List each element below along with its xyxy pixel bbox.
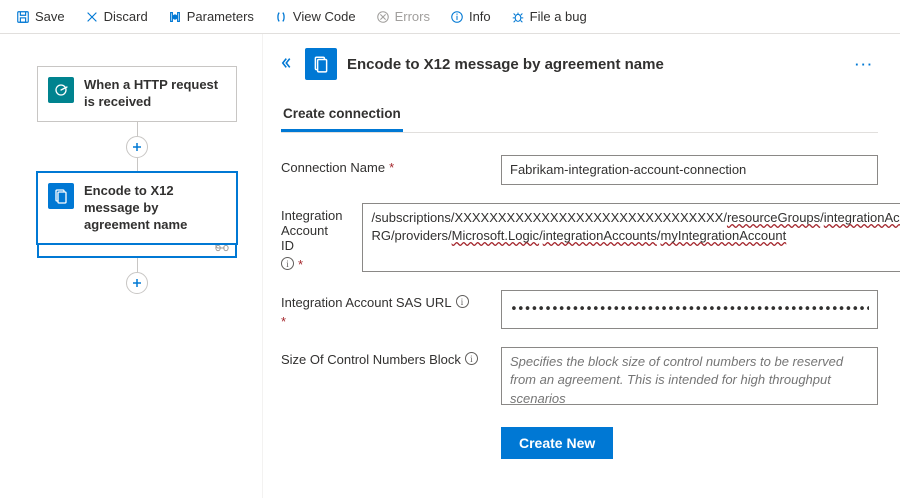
save-label: Save xyxy=(35,9,65,24)
sas-url-input[interactable] xyxy=(501,290,878,329)
designer-canvas: When a HTTP request is received Encode t… xyxy=(0,34,262,498)
errors-button: Errors xyxy=(370,6,436,27)
panel-more-button[interactable]: ··· xyxy=(851,57,878,72)
parameters-label: Parameters xyxy=(187,9,254,24)
info-icon[interactable]: i xyxy=(456,295,469,308)
info-button[interactable]: Info xyxy=(444,6,497,27)
x12-action-icon xyxy=(48,183,74,209)
account-id-input[interactable]: /subscriptions/XXXXXXXXXXXXXXXXXXXXXXXXX… xyxy=(362,203,900,272)
discard-button[interactable]: Discard xyxy=(79,6,154,27)
bug-icon xyxy=(511,10,525,24)
block-size-input[interactable] xyxy=(501,347,878,405)
info-icon xyxy=(450,10,464,24)
action-card[interactable]: Encode to X12 message by agreement name xyxy=(37,172,237,245)
action-label: Encode to X12 message by agreement name xyxy=(84,183,226,234)
connector-1 xyxy=(126,122,148,172)
view-code-button[interactable]: View Code xyxy=(268,6,362,27)
main: When a HTTP request is received Encode t… xyxy=(0,34,900,498)
trigger-label: When a HTTP request is received xyxy=(84,77,226,111)
info-icon[interactable]: i xyxy=(281,257,294,270)
errors-label: Errors xyxy=(395,9,430,24)
code-icon xyxy=(274,10,288,24)
errors-icon xyxy=(376,10,390,24)
connection-name-input[interactable] xyxy=(501,155,878,185)
toolbar: Save Discard Parameters View Code Errors… xyxy=(0,0,900,34)
row-sas-url: Integration Account SAS URL i * xyxy=(281,290,878,329)
collapse-button[interactable] xyxy=(281,56,295,73)
action-config-panel: Encode to X12 message by agreement name … xyxy=(262,34,900,498)
view-code-label: View Code xyxy=(293,9,356,24)
connector-2 xyxy=(126,258,148,294)
panel-title: Encode to X12 message by agreement name xyxy=(347,56,841,73)
file-bug-label: File a bug xyxy=(530,9,587,24)
file-bug-button[interactable]: File a bug xyxy=(505,6,593,27)
panel-tabs: Create connection xyxy=(281,100,878,133)
create-new-button[interactable]: Create New xyxy=(501,427,613,459)
info-icon[interactable]: i xyxy=(465,352,478,365)
discard-label: Discard xyxy=(104,9,148,24)
connection-name-label: Connection Name* xyxy=(281,155,481,185)
sas-url-label: Integration Account SAS URL i * xyxy=(281,290,481,329)
add-step-button[interactable] xyxy=(126,136,148,158)
x12-panel-icon xyxy=(305,48,337,80)
trigger-card[interactable]: When a HTTP request is received xyxy=(37,66,237,122)
parameters-button[interactable]: Parameters xyxy=(162,6,260,27)
account-id-label: Integration Account ID i * xyxy=(281,203,342,272)
block-size-label: Size Of Control Numbers Block i xyxy=(281,347,481,405)
save-button[interactable]: Save xyxy=(10,6,71,27)
save-icon xyxy=(16,10,30,24)
http-trigger-icon xyxy=(48,77,74,103)
discard-icon xyxy=(85,10,99,24)
info-label: Info xyxy=(469,9,491,24)
add-step-button-2[interactable] xyxy=(126,272,148,294)
row-block-size: Size Of Control Numbers Block i xyxy=(281,347,878,405)
parameters-icon xyxy=(168,10,182,24)
panel-header: Encode to X12 message by agreement name … xyxy=(281,48,878,80)
row-account-id: Integration Account ID i * /subscription… xyxy=(281,203,878,272)
row-connection-name: Connection Name* xyxy=(281,155,878,185)
tab-create-connection[interactable]: Create connection xyxy=(281,100,403,132)
